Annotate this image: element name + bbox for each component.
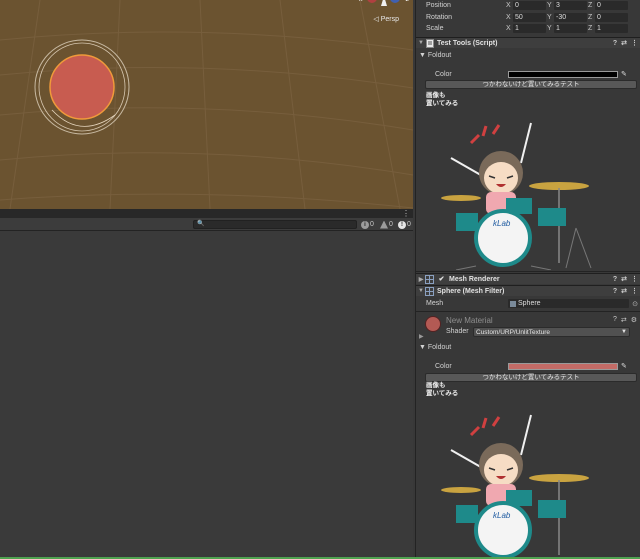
scale-label: Scale (426, 25, 444, 32)
gear-icon[interactable]: ⚙ (631, 316, 637, 324)
search-icon: 🔍 (197, 221, 205, 227)
console-search-input[interactable]: 🔍 (193, 220, 357, 229)
mesh-filter-header[interactable]: ▼ Sphere (Mesh Filter) ? ⇄ ⋮ (416, 285, 640, 296)
shader-label: Shader (446, 328, 469, 335)
drum-logo: kLab (493, 511, 511, 520)
color-swatch[interactable] (508, 362, 618, 370)
test-tools-header[interactable]: ▼ Test Tools (Script) ? ⇄ ⋮ (416, 37, 640, 48)
position-row: Position X0 Y3 Z0 (426, 0, 640, 11)
mesh-renderer-header[interactable]: ▶ ✔ Mesh Renderer ? ⇄ ⋮ (416, 273, 640, 284)
foldout-toggle-2[interactable]: ▼ Foldout (419, 344, 451, 351)
position-label: Position (426, 2, 451, 9)
error-count-toggle[interactable]: ! 0 (398, 220, 411, 229)
gizmo-z-label: z (406, 0, 410, 3)
eyedropper-icon[interactable]: ✎ (621, 70, 627, 78)
material-name: New Material (446, 316, 493, 325)
scale-z-field[interactable]: 1 (595, 24, 628, 33)
more-options-icon[interactable]: ⋮ (402, 209, 410, 218)
help-icon[interactable]: ? (613, 38, 617, 49)
drummer-illustration: kLab (441, 122, 592, 270)
shader-dropdown[interactable]: Custom/URP/UnlitTexture ▼ (473, 327, 630, 337)
preset-icon[interactable]: ⇄ (621, 286, 627, 297)
foldout-toggle[interactable]: ▼ Foldout (419, 52, 451, 59)
preset-icon[interactable]: ⇄ (621, 274, 627, 285)
mesh-label: Mesh (426, 300, 444, 307)
warning-count: 0 (389, 221, 393, 228)
color-label: Color (435, 70, 452, 78)
mesh-icon (510, 300, 516, 307)
mesh-renderer-title: Mesh Renderer (449, 275, 500, 283)
sphere-object (49, 54, 115, 120)
mesh-filter-icon (425, 286, 434, 296)
color-label: Color (435, 362, 452, 370)
rotation-row: Rotation X 50 Y -30 Z0 (426, 12, 640, 23)
mesh-renderer-icon (425, 274, 434, 284)
position-x-field[interactable]: 0 (513, 1, 546, 10)
projection-toggle[interactable]: ◁ Persp (373, 15, 399, 23)
test-tools-title: Test Tools (Script) (437, 39, 498, 47)
expand-arrow-icon[interactable]: ▼ (417, 288, 425, 294)
rotation-label: Rotation (426, 14, 453, 21)
color-row: Color ✎ (435, 69, 635, 79)
collapse-arrow-icon[interactable]: ▶ (417, 276, 425, 283)
drum-logo: kLab (493, 219, 511, 228)
rotation-z-field[interactable]: 0 (595, 13, 628, 22)
help-icon[interactable]: ? (613, 286, 617, 297)
scene-grid (0, 0, 413, 209)
mesh-filter-title: Sphere (Mesh Filter) (437, 287, 505, 295)
mesh-row: Mesh Sphere ⊙ (426, 298, 638, 309)
warning-count-toggle[interactable]: 0 (380, 220, 393, 229)
help-icon[interactable]: ? (613, 316, 617, 324)
position-z-field[interactable]: 0 (595, 1, 628, 10)
object-picker-icon[interactable]: ⊙ (632, 300, 638, 308)
log-count: 0 (370, 221, 374, 228)
material-color-row: Color ✎ (435, 361, 635, 371)
position-y-field[interactable]: 3 (554, 1, 587, 10)
inspector-panel: Position X0 Y3 Z0 Rotation X 50 Y -30 Z0 S… (415, 0, 640, 557)
image-label-2: 画像も 置いてみる (426, 382, 459, 397)
selection-gizmo[interactable] (34, 39, 130, 135)
scale-x-field[interactable]: 1 (513, 24, 546, 33)
preset-icon[interactable]: ⇄ (621, 38, 627, 49)
rotation-x-field[interactable]: 50 (513, 13, 546, 22)
test-button-2[interactable]: つかわないけど置いてみるテスト (425, 373, 637, 382)
log-count-toggle[interactable]: i 0 (361, 220, 374, 229)
info-icon: i (361, 220, 369, 229)
error-count: 0 (407, 221, 411, 228)
scene-view[interactable]: x z ◁ Persp (0, 0, 413, 209)
color-swatch[interactable] (508, 70, 618, 78)
expand-arrow-icon[interactable]: ▼ (417, 40, 425, 46)
preset-icon[interactable]: ⇄ (621, 316, 627, 324)
script-icon (425, 38, 434, 48)
panel-divider: ⋮ (0, 209, 413, 218)
scale-row: Scale X1 Y1 Z1 (426, 23, 640, 34)
warning-icon (380, 220, 388, 229)
scale-y-field[interactable]: 1 (554, 24, 587, 33)
orientation-gizmo[interactable]: x z (359, 0, 409, 10)
eyedropper-icon[interactable]: ✎ (621, 362, 627, 370)
console-log-area[interactable] (0, 231, 413, 557)
drummer-illustration-2: kLab (441, 414, 589, 557)
material-expand-icon[interactable]: ▶ (419, 333, 424, 340)
test-button[interactable]: つかわないけど置いてみるテスト (425, 80, 637, 89)
more-options-icon[interactable]: ⋮ (631, 38, 638, 49)
more-options-icon[interactable]: ⋮ (631, 274, 638, 285)
chevron-down-icon: ▼ (621, 329, 627, 335)
mesh-object-field[interactable]: Sphere (508, 299, 630, 308)
error-icon: ! (398, 220, 406, 229)
rotation-y-field[interactable]: -30 (554, 13, 587, 22)
more-options-icon[interactable]: ⋮ (631, 286, 638, 297)
material-preview (425, 316, 441, 332)
image-label: 画像も 置いてみる (426, 92, 459, 107)
console-toolbar: 🔍 i 0 0 ! 0 (0, 218, 413, 231)
enabled-checkbox[interactable]: ✔ (437, 275, 446, 284)
help-icon[interactable]: ? (613, 274, 617, 285)
